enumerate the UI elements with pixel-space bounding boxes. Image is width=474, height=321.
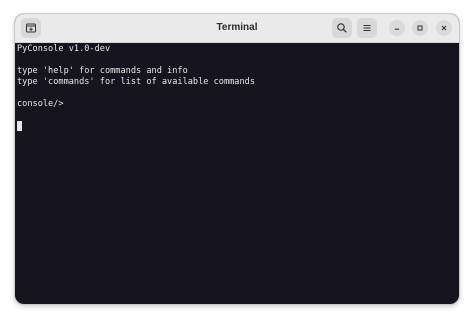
close-button[interactable] [436, 20, 452, 36]
hamburger-menu-icon [363, 24, 371, 32]
terminal-line-help-hint: type 'help' for commands and info [17, 66, 188, 76]
menu-button[interactable] [357, 18, 377, 38]
terminal-prompt: console/> [17, 99, 64, 109]
terminal-output[interactable]: PyConsole v1.0-dev type 'help' for comma… [15, 43, 459, 304]
maximize-button[interactable] [412, 20, 428, 36]
search-button[interactable] [332, 18, 352, 38]
maximize-icon [417, 25, 423, 31]
text-cursor [17, 121, 22, 131]
search-icon [337, 23, 347, 33]
minimize-icon [394, 28, 400, 30]
terminal-line-commands-hint: type 'commands' for list of available co… [17, 77, 255, 87]
title-bar[interactable]: Terminal [15, 14, 459, 43]
window-title: Terminal [216, 22, 258, 33]
new-tab-icon [26, 23, 36, 33]
close-icon [441, 25, 447, 31]
terminal-line-banner: PyConsole v1.0-dev [17, 44, 111, 54]
minimize-button[interactable] [389, 20, 405, 36]
terminal-window: Terminal PyConsole v1.0-dev type 'help' … [15, 14, 459, 304]
new-tab-button[interactable] [21, 18, 41, 38]
